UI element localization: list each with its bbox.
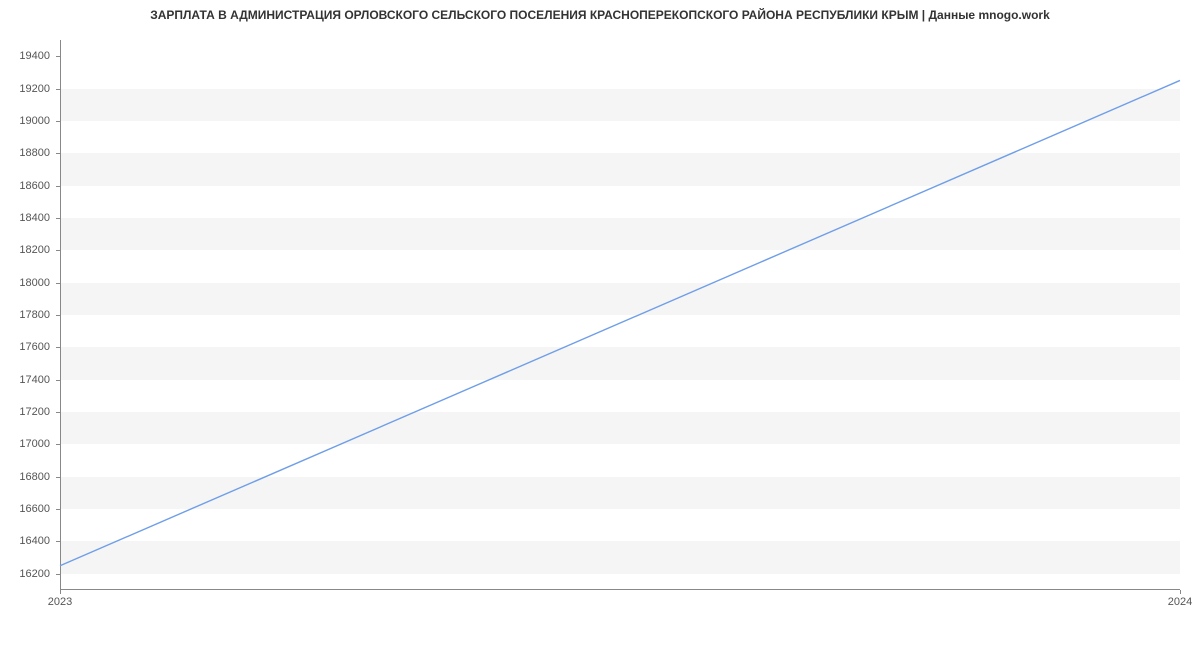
- y-tick-mark: [56, 56, 60, 57]
- y-tick-label: 17200: [19, 406, 50, 418]
- y-tick-mark: [56, 315, 60, 316]
- y-tick-label: 19400: [19, 50, 50, 62]
- y-tick-mark: [56, 186, 60, 187]
- x-tick-label: 2023: [48, 596, 72, 608]
- y-tick-label: 17600: [19, 341, 50, 353]
- y-tick-mark: [56, 412, 60, 413]
- y-tick-label: 18200: [19, 244, 50, 256]
- y-tick-label: 19200: [19, 83, 50, 95]
- line-layer: [60, 40, 1180, 590]
- x-tick-label: 2024: [1168, 596, 1192, 608]
- y-tick-label: 18000: [19, 277, 50, 289]
- y-tick-mark: [56, 444, 60, 445]
- y-tick-label: 16600: [19, 503, 50, 515]
- y-tick-label: 18400: [19, 212, 50, 224]
- y-tick-mark: [56, 541, 60, 542]
- y-tick-mark: [56, 121, 60, 122]
- y-tick-mark: [56, 574, 60, 575]
- y-tick-mark: [56, 380, 60, 381]
- y-tick-mark: [56, 283, 60, 284]
- y-tick-label: 16400: [19, 535, 50, 547]
- series-line: [60, 80, 1180, 565]
- y-tick-mark: [56, 153, 60, 154]
- y-tick-label: 17800: [19, 309, 50, 321]
- y-tick-mark: [56, 89, 60, 90]
- y-tick-mark: [56, 509, 60, 510]
- y-tick-label: 19000: [19, 115, 50, 127]
- plot-area: 1620016400166001680017000172001740017600…: [60, 40, 1180, 590]
- y-tick-label: 16200: [19, 568, 50, 580]
- y-tick-mark: [56, 347, 60, 348]
- y-tick-mark: [56, 218, 60, 219]
- y-tick-mark: [56, 250, 60, 251]
- salary-line-chart: ЗАРПЛАТА В АДМИНИСТРАЦИЯ ОРЛОВСКОГО СЕЛЬ…: [0, 0, 1200, 630]
- y-tick-label: 17000: [19, 438, 50, 450]
- x-tick-mark: [1180, 590, 1181, 594]
- chart-title: ЗАРПЛАТА В АДМИНИСТРАЦИЯ ОРЛОВСКОГО СЕЛЬ…: [0, 8, 1200, 22]
- y-tick-label: 18600: [19, 180, 50, 192]
- y-tick-label: 17400: [19, 374, 50, 386]
- x-tick-mark: [60, 590, 61, 594]
- y-tick-label: 18800: [19, 147, 50, 159]
- y-tick-mark: [56, 477, 60, 478]
- y-tick-label: 16800: [19, 471, 50, 483]
